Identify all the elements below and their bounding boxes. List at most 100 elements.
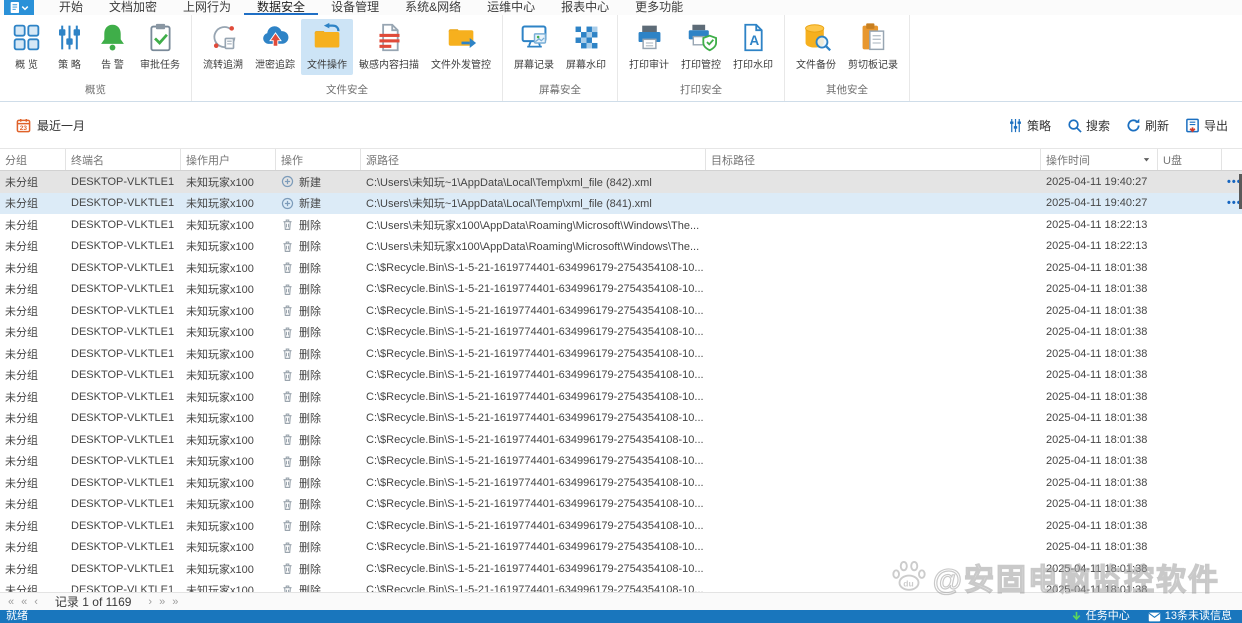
ribbon-item[interactable]: 策 略 <box>48 19 91 75</box>
table-row[interactable]: 未分组 DESKTOP-VLKTLE1 未知玩家x100 删除 C:\$Recycle.… <box>0 300 1242 322</box>
ribbon-item[interactable]: 告 警 <box>91 19 134 75</box>
unread-messages-button[interactable]: 13条未读信息 <box>1148 610 1232 623</box>
ribbon-item-label: 流转追溯 <box>203 60 243 71</box>
cell-op: 删除 <box>276 537 361 559</box>
table-row[interactable]: 未分组 DESKTOP-VLKTLE1 未知玩家x100 删除 C:\$Recycle.… <box>0 537 1242 559</box>
cell-time: 2025-04-11 18:01:38 <box>1046 541 1148 554</box>
operation-label: 删除 <box>299 520 321 533</box>
table-row[interactable]: 未分组 DESKTOP-VLKTLE1 未知玩家x100 删除 C:\$Recycle.… <box>0 451 1242 473</box>
cell-terminal: DESKTOP-VLKTLE1 <box>71 283 175 296</box>
table-row[interactable]: 未分组 DESKTOP-VLKTLE1 未知玩家x100 删除 C:\$Recycle.… <box>0 472 1242 494</box>
menu-tab[interactable]: 运维中心 <box>474 0 548 15</box>
date-range-filter[interactable]: 23 最近一月 <box>16 117 85 134</box>
ribbon-item[interactable]: 泄密追踪 <box>249 19 301 75</box>
ribbon-item[interactable]: 文件操作 <box>301 19 353 75</box>
menu-tab[interactable]: 数据安全 <box>244 0 319 15</box>
page-first-button[interactable]: « <box>8 594 14 610</box>
table-row[interactable]: 未分组 DESKTOP-VLKTLE1 未知玩家x100 删除 C:\$Recycle.… <box>0 343 1242 365</box>
ribbon-item[interactable]: 剪切板记录 <box>842 19 904 75</box>
cell-user: 未知玩家x100 <box>186 563 254 576</box>
table-row[interactable]: 未分组 DESKTOP-VLKTLE1 未知玩家x100 删除 C:\$Recycle.… <box>0 494 1242 516</box>
cell-group: 未分组 <box>5 370 38 383</box>
table-row[interactable]: 未分组 DESKTOP-VLKTLE1 未知玩家x100 删除 C:\$Recycle.… <box>0 386 1242 408</box>
column-header-time[interactable]: 操作时间 <box>1041 149 1158 170</box>
column-header-op[interactable]: 操作 <box>276 149 361 170</box>
menu-tab[interactable]: 上网行为 <box>170 0 244 15</box>
toolbar-button[interactable]: 搜索 <box>1067 117 1110 134</box>
cell-more <box>1222 494 1242 516</box>
table-row[interactable]: 未分组 DESKTOP-VLKTLE1 未知玩家x100 删除 C:\$Recycle.… <box>0 365 1242 387</box>
table-row[interactable]: 未分组 DESKTOP-VLKTLE1 未知玩家x100 删除 C:\$Recycle.… <box>0 515 1242 537</box>
ribbon-item[interactable]: 文件外发管控 <box>425 19 497 75</box>
toolbar-button[interactable]: 策略 <box>1008 117 1051 134</box>
ribbon-item[interactable]: 打印管控 <box>675 19 727 75</box>
trash-icon <box>281 541 294 554</box>
column-header-src[interactable]: 源路径 <box>361 149 706 170</box>
cell-target <box>706 386 1041 408</box>
table-row[interactable]: 未分组 DESKTOP-VLKTLE1 未知玩家x100 删除 C:\Users\未知玩… <box>0 236 1242 258</box>
page-last-button[interactable]: » <box>172 594 178 610</box>
column-header-user[interactable]: 操作用户 <box>181 149 276 170</box>
column-header-group[interactable]: 分组 <box>0 149 66 170</box>
page-next-fast-button[interactable]: » <box>159 594 165 610</box>
cell-terminal: DESKTOP-VLKTLE1 <box>71 476 175 489</box>
cell-usb <box>1158 537 1222 559</box>
cell-group: 未分组 <box>5 262 38 275</box>
doc-watermark-icon: A <box>738 22 769 53</box>
export-icon <box>1185 118 1200 133</box>
cell-group: 未分组 <box>5 520 38 533</box>
table-row[interactable]: 未分组 DESKTOP-VLKTLE1 未知玩家x100 新建 C:\Users\未知玩… <box>0 192 1242 214</box>
ribbon-item[interactable]: 屏幕水印 <box>560 19 612 75</box>
table-row[interactable]: 未分组 DESKTOP-VLKTLE1 未知玩家x100 删除 C:\$Recycle.… <box>0 580 1242 592</box>
cell-terminal: DESKTOP-VLKTLE1 <box>71 519 175 532</box>
ribbon-item[interactable]: 屏幕记录 <box>508 19 560 75</box>
column-header-target[interactable]: 目标路径 <box>706 149 1041 170</box>
table-row[interactable]: 未分组 DESKTOP-VLKTLE1 未知玩家x100 删除 C:\$Recycle.… <box>0 558 1242 580</box>
table-row[interactable]: 未分组 DESKTOP-VLKTLE1 未知玩家x100 新建 C:\Users\未知玩… <box>0 171 1242 193</box>
cell-terminal: DESKTOP-VLKTLE1 <box>71 498 175 511</box>
menu-tab[interactable]: 系统&网络 <box>392 0 474 15</box>
printer-audit-icon <box>634 22 665 53</box>
ribbon-item[interactable]: 打印审计 <box>623 19 675 75</box>
table-row[interactable]: 未分组 DESKTOP-VLKTLE1 未知玩家x100 删除 C:\$Recycle.… <box>0 279 1242 301</box>
table-row[interactable]: 未分组 DESKTOP-VLKTLE1 未知玩家x100 删除 C:\$Recycle.… <box>0 322 1242 344</box>
toolbar-button-label: 刷新 <box>1144 118 1169 133</box>
ribbon-item[interactable]: 文件备份 <box>790 19 842 75</box>
menu-tab[interactable]: 报表中心 <box>548 0 622 15</box>
cell-group: 未分组 <box>5 499 38 512</box>
operation-label: 删除 <box>299 305 321 318</box>
cell-terminal: DESKTOP-VLKTLE1 <box>71 326 175 339</box>
menu-tab[interactable]: 更多功能 <box>622 0 696 15</box>
column-header-terminal[interactable]: 终端名 <box>66 149 181 170</box>
page-prev-fast-button[interactable]: « <box>21 594 27 610</box>
trash-icon <box>281 476 294 489</box>
filter-caret-icon[interactable] <box>1142 155 1151 164</box>
toolbar-button[interactable]: 刷新 <box>1126 117 1169 134</box>
trash-icon <box>281 498 294 511</box>
cell-user: 未知玩家x100 <box>186 262 254 275</box>
menu-tab[interactable]: 文档加密 <box>96 0 170 15</box>
app-menu-button[interactable] <box>4 0 34 15</box>
page-next-button[interactable]: › <box>148 594 152 610</box>
table-row[interactable]: 未分组 DESKTOP-VLKTLE1 未知玩家x100 删除 C:\$Recycle.… <box>0 408 1242 430</box>
cell-terminal: DESKTOP-VLKTLE1 <box>71 412 175 425</box>
table-row[interactable]: 未分组 DESKTOP-VLKTLE1 未知玩家x100 删除 C:\$Recycle.… <box>0 257 1242 279</box>
table-row[interactable]: 未分组 DESKTOP-VLKTLE1 未知玩家x100 删除 C:\Users\未知玩… <box>0 214 1242 236</box>
cell-op: 删除 <box>276 236 361 258</box>
column-header-usb[interactable]: U盘 <box>1158 149 1222 170</box>
ribbon-item[interactable]: 概 览 <box>5 19 48 75</box>
table-row[interactable]: 未分组 DESKTOP-VLKTLE1 未知玩家x100 删除 C:\$Recycle.… <box>0 429 1242 451</box>
cell-user: 未知玩家x100 <box>186 198 254 211</box>
toolbar-button[interactable]: 导出 <box>1185 117 1228 134</box>
trash-icon <box>281 519 294 532</box>
cell-user: 未知玩家x100 <box>186 176 254 189</box>
cell-target <box>706 236 1041 258</box>
ribbon-item[interactable]: 流转追溯 <box>197 19 249 75</box>
ribbon-item[interactable]: 敏感内容扫描 <box>353 19 425 75</box>
menu-tab[interactable]: 设备管理 <box>318 0 392 15</box>
ribbon-item[interactable]: A 打印水印 <box>727 19 779 75</box>
ribbon-item[interactable]: 审批任务 <box>134 19 186 75</box>
task-center-button[interactable]: 任务中心 <box>1071 610 1130 623</box>
page-prev-button[interactable]: ‹ <box>34 594 38 610</box>
menu-tab[interactable]: 开始 <box>46 0 96 15</box>
